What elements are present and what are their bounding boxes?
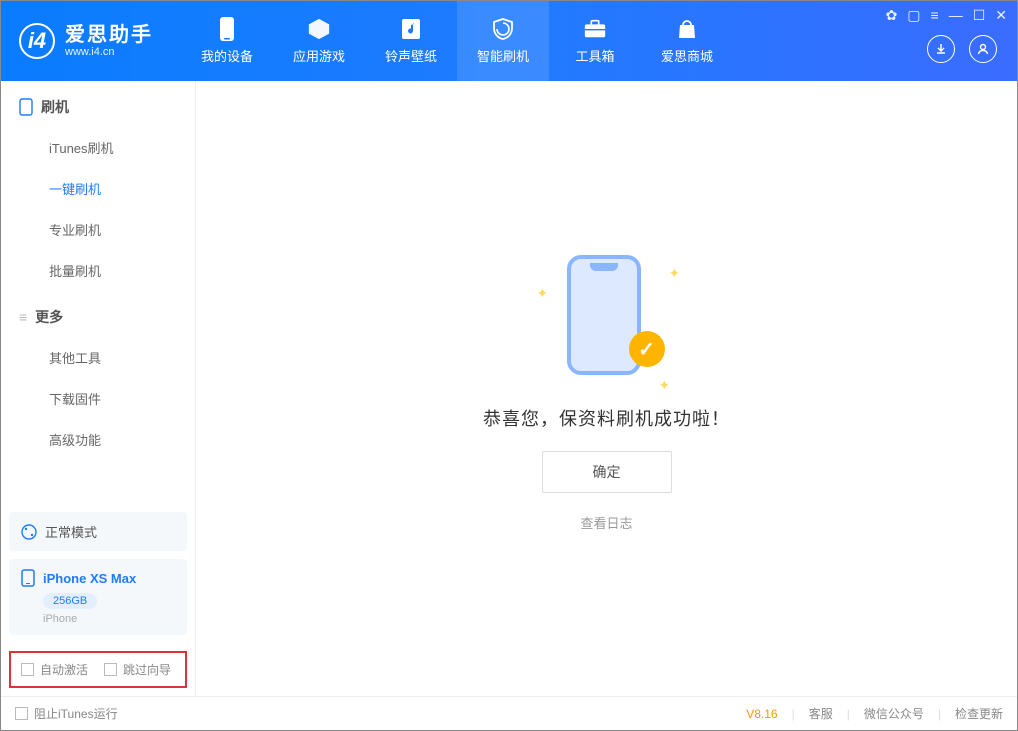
tab-label: 铃声壁纸 — [385, 46, 437, 65]
minimize-button[interactable]: — — [949, 7, 963, 24]
success-message: 恭喜您，保资料刷机成功啦！ — [483, 405, 730, 431]
section-title: 更多 — [35, 307, 63, 327]
app-title: 爱思助手 — [65, 24, 153, 46]
checkbox-icon — [104, 663, 117, 676]
checkbox-icon — [21, 663, 34, 676]
shirt-icon[interactable]: ✿ — [886, 7, 898, 24]
sidebar-items-more: 其他工具 下载固件 高级功能 — [1, 337, 195, 460]
sidebar: 刷机 iTunes刷机 一键刷机 专业刷机 批量刷机 ≡ 更多 其他工具 下载固… — [1, 81, 196, 696]
separator: | — [847, 707, 850, 721]
header-right-icons — [927, 35, 997, 63]
checkbox-skip-wizard[interactable]: 跳过向导 — [104, 661, 171, 678]
sparkle-icon: ✦ — [537, 285, 545, 293]
sidebar-item-advanced[interactable]: 高级功能 — [1, 419, 195, 460]
footer-link-update[interactable]: 检查更新 — [955, 705, 1003, 722]
phone-outline-icon — [19, 98, 33, 116]
footer: 阻止iTunes运行 V8.16 | 客服 | 微信公众号 | 检查更新 — [1, 696, 1017, 730]
checkmark-icon: ✓ — [629, 331, 665, 367]
tab-store[interactable]: 爱思商城 — [641, 1, 733, 81]
sidebar-item-batch-flash[interactable]: 批量刷机 — [1, 250, 195, 291]
mode-label: 正常模式 — [45, 522, 97, 541]
download-icon[interactable] — [927, 35, 955, 63]
footer-link-wechat[interactable]: 微信公众号 — [864, 705, 924, 722]
sidebar-section-flash: 刷机 — [1, 81, 195, 127]
sidebar-item-download-firmware[interactable]: 下载固件 — [1, 378, 195, 419]
bottom-checkbox-group: 自动激活 跳过向导 — [9, 651, 187, 688]
refresh-icon — [21, 524, 37, 540]
app-subtitle: www.i4.cn — [65, 46, 153, 58]
device-box[interactable]: iPhone XS Max 256GB iPhone — [9, 559, 187, 635]
checkbox-auto-activate[interactable]: 自动激活 — [21, 661, 88, 678]
device-boxes: 正常模式 iPhone XS Max 256GB iPhone — [1, 504, 195, 643]
checkbox-label: 自动激活 — [40, 661, 88, 678]
nav-tabs: 我的设备 应用游戏 铃声壁纸 智能刷机 工具箱 爱思商城 — [181, 1, 733, 81]
checkbox-block-itunes[interactable]: 阻止iTunes运行 — [15, 705, 118, 722]
device-type: iPhone — [43, 613, 175, 625]
logo-area: i4 爱思助手 www.i4.cn — [1, 23, 171, 59]
menu-icon[interactable]: ≡ — [931, 7, 939, 24]
confirm-button[interactable]: 确定 — [542, 451, 672, 493]
checkbox-label: 阻止iTunes运行 — [34, 705, 118, 722]
footer-right: V8.16 | 客服 | 微信公众号 | 检查更新 — [746, 705, 1003, 722]
tab-toolbox[interactable]: 工具箱 — [549, 1, 641, 81]
footer-link-support[interactable]: 客服 — [809, 705, 833, 722]
sidebar-item-oneclick-flash[interactable]: 一键刷机 — [1, 168, 195, 209]
tab-label: 工具箱 — [575, 46, 614, 65]
sidebar-section-more: ≡ 更多 — [1, 291, 195, 337]
tab-label: 爱思商城 — [661, 46, 713, 65]
shield-icon — [491, 17, 515, 41]
sidebar-items-flash: iTunes刷机 一键刷机 专业刷机 批量刷机 — [1, 127, 195, 291]
sidebar-item-pro-flash[interactable]: 专业刷机 — [1, 209, 195, 250]
cube-icon — [307, 17, 331, 41]
music-icon — [399, 17, 423, 41]
bag-icon — [675, 17, 699, 41]
list-icon: ≡ — [19, 309, 27, 325]
checkbox-label: 跳过向导 — [123, 661, 171, 678]
tab-flash[interactable]: 智能刷机 — [457, 1, 549, 81]
logo-icon: i4 — [19, 23, 55, 59]
sidebar-item-itunes-flash[interactable]: iTunes刷机 — [1, 127, 195, 168]
logo-text: 爱思助手 www.i4.cn — [65, 24, 153, 58]
checkbox-icon — [15, 707, 28, 720]
user-icon[interactable] — [969, 35, 997, 63]
sidebar-item-other-tools[interactable]: 其他工具 — [1, 337, 195, 378]
device-storage-badge: 256GB — [43, 593, 97, 609]
sparkle-icon: ✦ — [669, 265, 677, 273]
separator: | — [792, 707, 795, 721]
tab-apps-games[interactable]: 应用游戏 — [273, 1, 365, 81]
device-phone-icon — [21, 569, 35, 587]
close-button[interactable]: ✕ — [995, 7, 1007, 24]
version-label: V8.16 — [746, 707, 777, 721]
maximize-button[interactable]: ☐ — [973, 7, 986, 24]
device-icon — [215, 17, 239, 41]
tab-my-device[interactable]: 我的设备 — [181, 1, 273, 81]
body: 刷机 iTunes刷机 一键刷机 专业刷机 批量刷机 ≡ 更多 其他工具 下载固… — [1, 81, 1017, 696]
tab-label: 应用游戏 — [293, 46, 345, 65]
lock-icon[interactable]: ▢ — [907, 7, 920, 24]
main-content: ✦ ✦ ✦ ✓ 恭喜您，保资料刷机成功啦！ 确定 查看日志 — [196, 81, 1017, 696]
header: i4 爱思助手 www.i4.cn 我的设备 应用游戏 铃声壁纸 智能刷机 — [1, 1, 1017, 81]
tab-label: 我的设备 — [201, 46, 253, 65]
sparkle-icon: ✦ — [659, 377, 667, 385]
app-window: i4 爱思助手 www.i4.cn 我的设备 应用游戏 铃声壁纸 智能刷机 — [0, 0, 1018, 731]
mode-box[interactable]: 正常模式 — [9, 512, 187, 551]
device-name: iPhone XS Max — [43, 571, 136, 586]
tab-ringtones[interactable]: 铃声壁纸 — [365, 1, 457, 81]
view-log-link[interactable]: 查看日志 — [580, 513, 632, 532]
separator: | — [938, 707, 941, 721]
device-name-row: iPhone XS Max — [21, 569, 175, 587]
section-title: 刷机 — [41, 97, 69, 117]
success-illustration: ✦ ✦ ✦ ✓ — [537, 245, 677, 385]
phone-illustration — [567, 255, 641, 375]
window-controls: ✿ ▢ ≡ — ☐ ✕ — [886, 7, 1007, 24]
toolbox-icon — [583, 17, 607, 41]
phone-notch — [590, 263, 618, 271]
tab-label: 智能刷机 — [477, 46, 529, 65]
